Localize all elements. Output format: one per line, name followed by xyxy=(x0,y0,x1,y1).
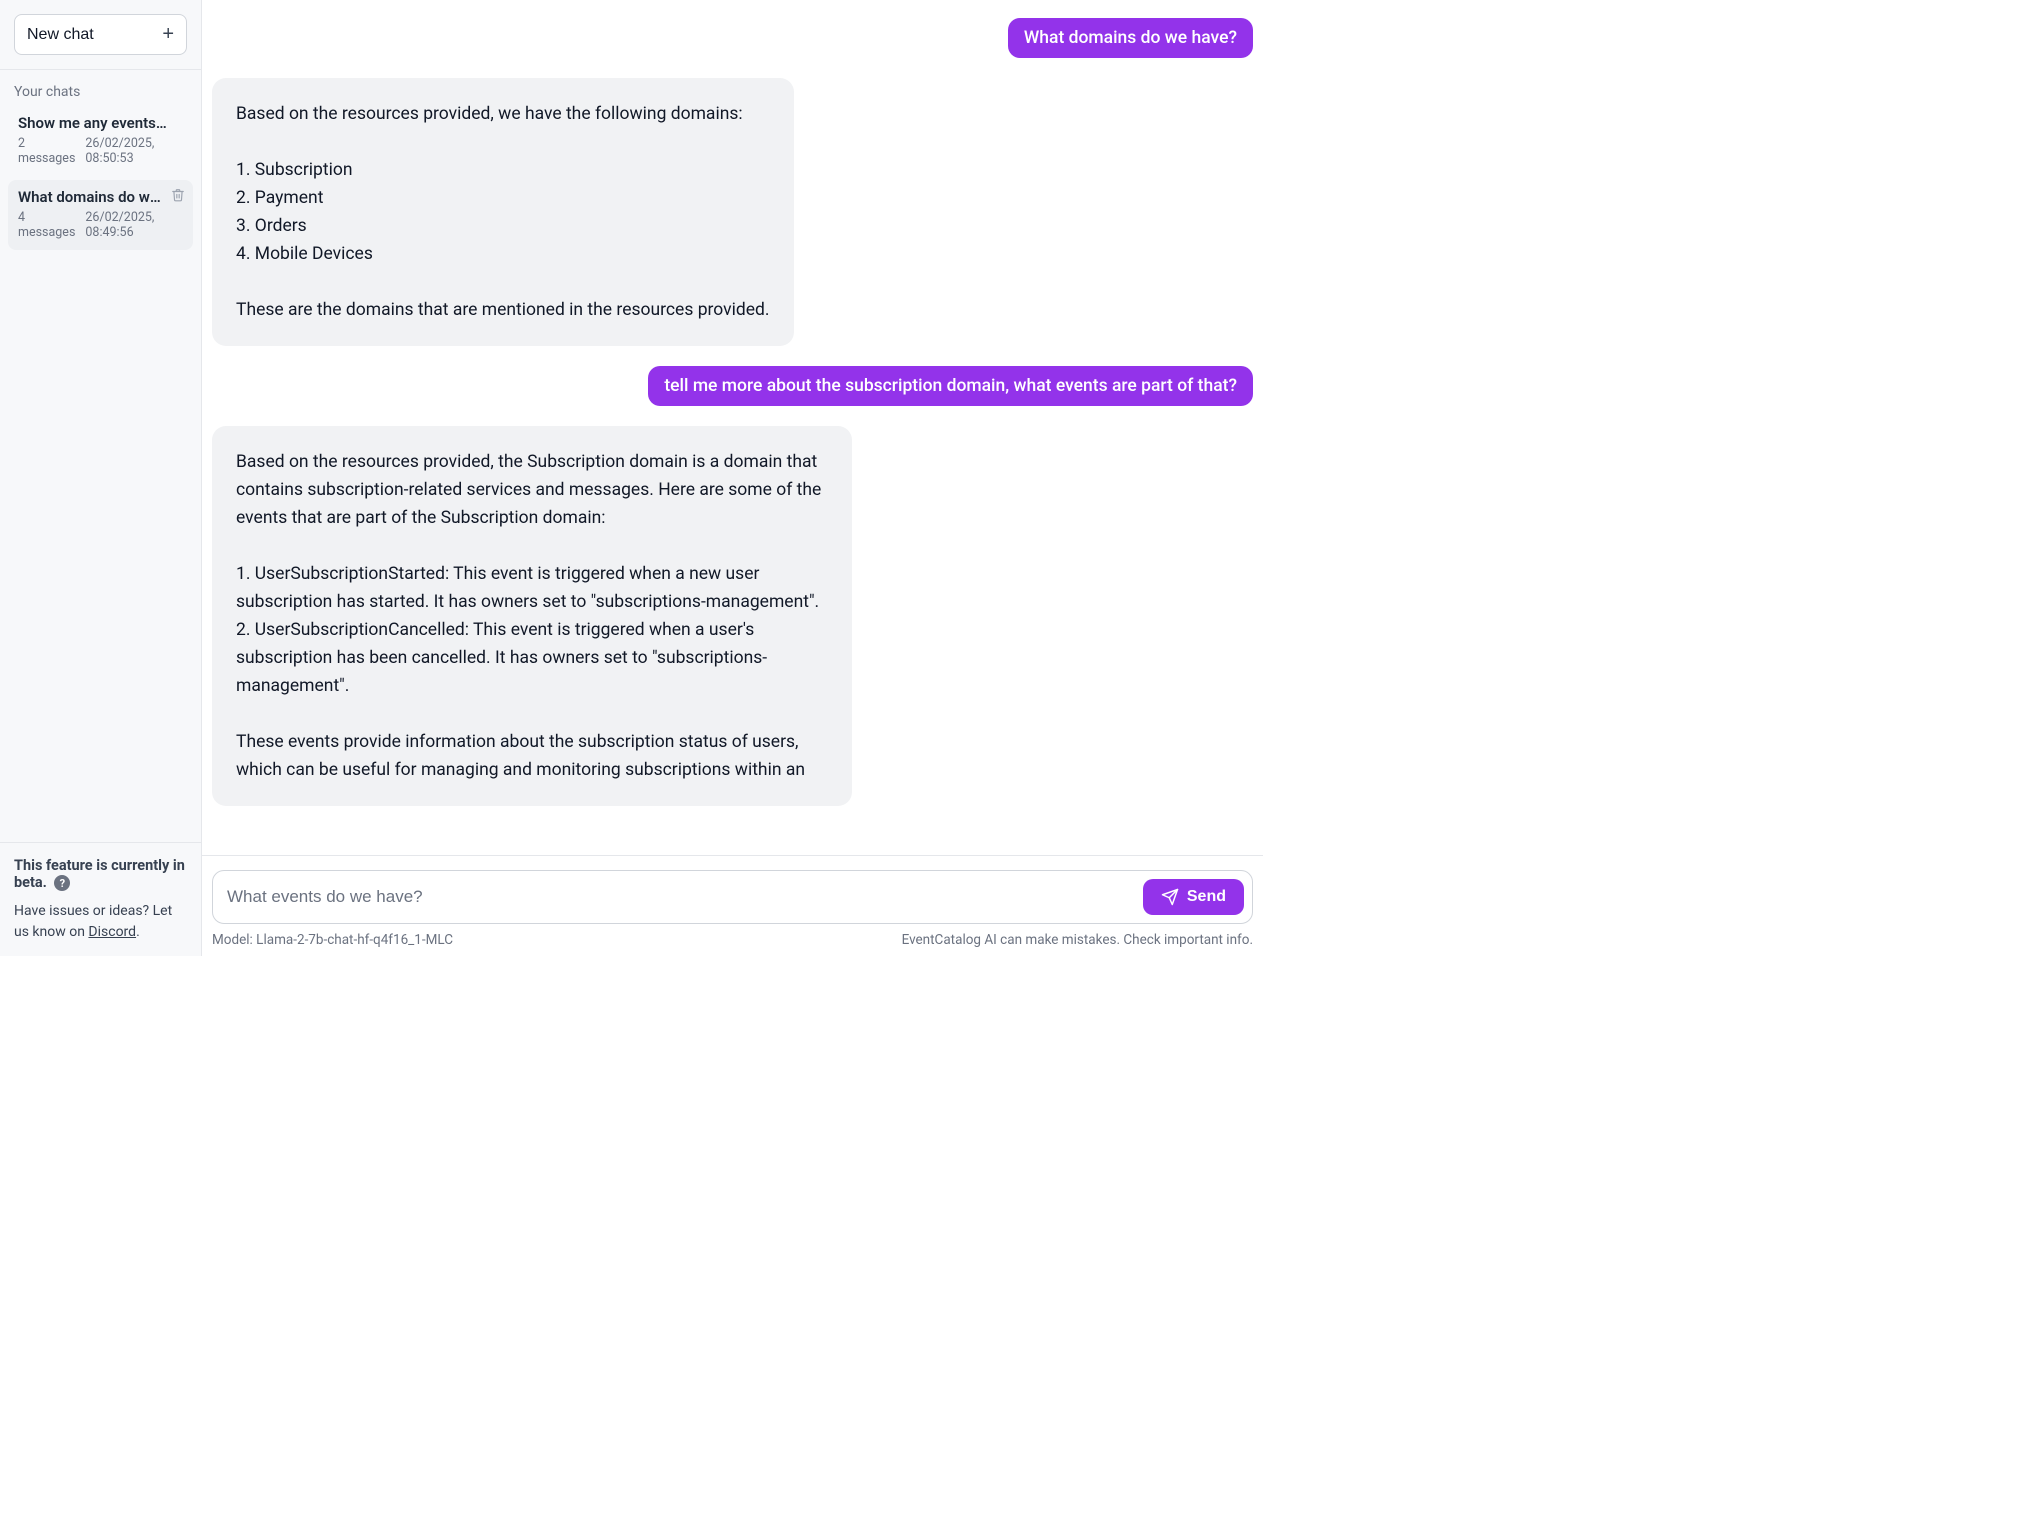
chat-item[interactable]: What domains do we have? 4 messages 26/02/… xyxy=(8,180,193,250)
composer: Send xyxy=(212,870,1253,924)
sidebar-top: New chat + xyxy=(0,0,201,70)
main: What domains do we have? Based on the res… xyxy=(202,0,1263,956)
disclaimer: EventCatalog AI can make mistakes. Check… xyxy=(902,932,1253,948)
chat-item-title: Show me any events rel... xyxy=(18,114,183,132)
sidebar-footer: This feature is currently in beta. ? Hav… xyxy=(0,842,201,956)
model-name: Llama-2-7b-chat-hf-q4f16_1-MLC xyxy=(256,932,453,948)
chat-list: Show me any events rel... 2 messages 26/02… xyxy=(0,106,201,254)
assistant-message: Based on the resources provided, we have… xyxy=(212,78,794,346)
plus-icon: + xyxy=(162,23,174,46)
sidebar: New chat + Your chats Show me any events… xyxy=(0,0,202,956)
info-row: Model: Llama-2-7b-chat-hf-q4f16_1-MLC Ev… xyxy=(212,932,1253,948)
discord-link[interactable]: Discord xyxy=(88,924,136,940)
composer-area: Send Model: Llama-2-7b-chat-hf-q4f16_1-M… xyxy=(202,855,1263,956)
assistant-message-row: Based on the resources provided, we have… xyxy=(212,78,1253,346)
chat-item-messages: 2 messages xyxy=(18,136,75,166)
send-label: Send xyxy=(1187,888,1226,906)
send-button[interactable]: Send xyxy=(1143,879,1244,915)
model-prefix: Model: xyxy=(212,932,256,948)
chat-item[interactable]: Show me any events rel... 2 messages 26/02… xyxy=(8,106,193,176)
trash-icon[interactable] xyxy=(171,188,185,206)
new-chat-label: New chat xyxy=(27,26,94,44)
help-icon[interactable]: ? xyxy=(54,875,70,891)
send-icon xyxy=(1161,888,1179,906)
messages: What domains do we have? Based on the res… xyxy=(202,0,1263,855)
footer-note-suffix: . xyxy=(136,924,140,940)
new-chat-button[interactable]: New chat + xyxy=(14,14,187,55)
your-chats-label: Your chats xyxy=(0,70,201,106)
beta-notice-row: This feature is currently in beta. ? xyxy=(14,857,187,891)
beta-notice: This feature is currently in beta. xyxy=(14,857,185,891)
chat-item-timestamp: 26/02/2025, 08:49:56 xyxy=(85,210,183,240)
user-message-row: tell me more about the subscription doma… xyxy=(212,366,1253,406)
chat-item-timestamp: 26/02/2025, 08:50:53 xyxy=(85,136,183,166)
chat-item-messages: 4 messages xyxy=(18,210,75,240)
user-message-row: What domains do we have? xyxy=(212,18,1253,58)
assistant-message-row: Based on the resources provided, the Sub… xyxy=(212,426,1253,806)
footer-note: Have issues or ideas? Let us know on Dis… xyxy=(14,901,187,942)
chat-item-meta: 4 messages 26/02/2025, 08:49:56 xyxy=(18,210,183,240)
user-message: What domains do we have? xyxy=(1008,18,1253,58)
model-info: Model: Llama-2-7b-chat-hf-q4f16_1-MLC xyxy=(212,932,453,948)
message-input[interactable] xyxy=(227,887,1133,907)
assistant-message: Based on the resources provided, the Sub… xyxy=(212,426,852,806)
chat-item-meta: 2 messages 26/02/2025, 08:50:53 xyxy=(18,136,183,166)
chat-item-title: What domains do we have? xyxy=(18,188,183,206)
user-message: tell me more about the subscription doma… xyxy=(648,366,1253,406)
